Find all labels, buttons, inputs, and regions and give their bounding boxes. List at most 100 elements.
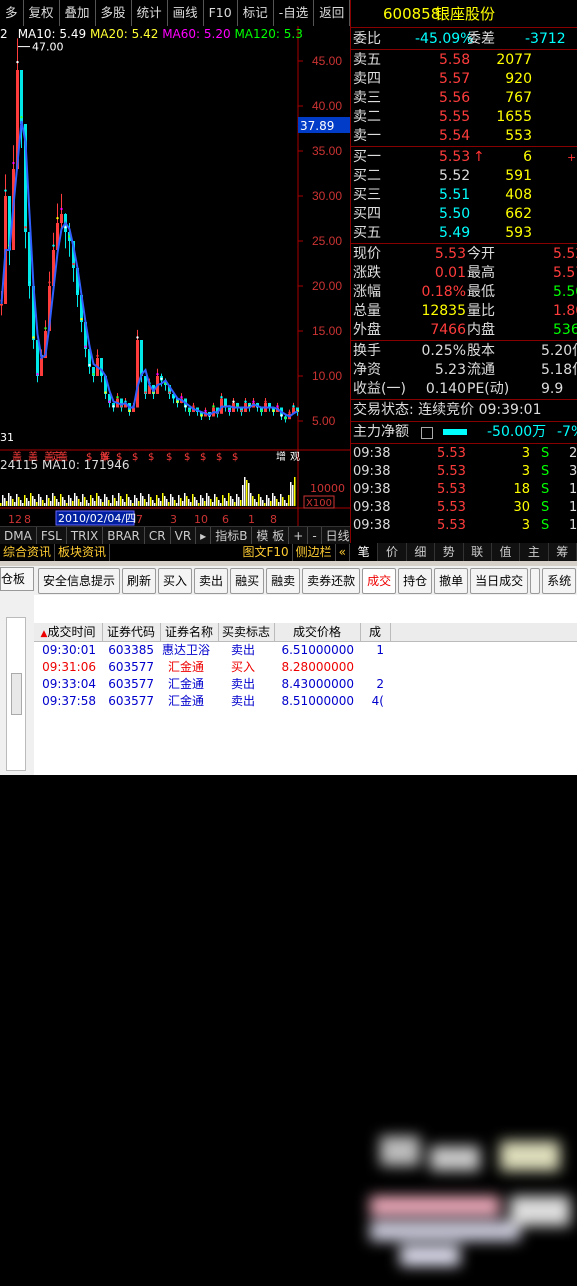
volume-bar xyxy=(170,494,172,506)
price-tick-label: 20.00 xyxy=(312,279,342,293)
tick-side: S xyxy=(541,446,550,461)
main-flow-icon[interactable] xyxy=(421,427,433,439)
kline-dot xyxy=(232,400,235,403)
info-tab[interactable]: 板块资讯 xyxy=(55,544,111,561)
candle-body xyxy=(20,70,23,124)
stat-row: 涨幅 0.18%最低 5.50 xyxy=(351,283,577,302)
quote-tab[interactable]: 联 xyxy=(464,543,492,561)
volume-bar xyxy=(208,496,210,506)
table-row[interactable]: 09:30:01 603385 惠达卫浴 卖出 6.51000000 1 xyxy=(34,642,577,659)
quote-tab[interactable]: 细 xyxy=(407,543,436,561)
kline-dot xyxy=(56,216,59,220)
ask-price: 5.58 xyxy=(439,52,471,68)
trade-button[interactable]: 安全信息提示 xyxy=(38,568,121,594)
indicator-tab[interactable]: FSL xyxy=(37,527,67,545)
trade-button[interactable]: 当日成交 xyxy=(470,568,529,594)
ask-row: 卖二 5.55 1655 xyxy=(351,108,577,127)
kline-dot xyxy=(84,345,87,348)
volume-bar xyxy=(84,497,86,506)
quote-tab[interactable]: 价 xyxy=(378,543,407,561)
table-header-cell[interactable]: 成 xyxy=(360,623,391,641)
trade-button[interactable]: 刷新 xyxy=(122,568,157,594)
indicator-tab[interactable]: - xyxy=(308,527,322,545)
trade-button[interactable]: 系统 xyxy=(542,568,577,594)
vertical-scrollbar[interactable] xyxy=(6,617,26,771)
indicator-tab[interactable]: 指标B xyxy=(211,527,253,545)
volume-bar xyxy=(276,499,278,506)
indicator-tab[interactable]: VR xyxy=(171,527,197,545)
kline-chart[interactable]: 45.00 40.00 35.00 30.00 25.00 20.00 15.00 10.00… xyxy=(0,26,350,526)
date-tick-label: 6 xyxy=(222,513,229,526)
trade-button[interactable]: 持仓 xyxy=(398,568,433,594)
kline-dot xyxy=(292,405,295,408)
info-tab[interactable]: 侧边栏 xyxy=(293,544,336,561)
divider xyxy=(351,49,577,50)
indicator-tab[interactable]: ▸ xyxy=(196,527,212,545)
table-row[interactable]: 09:31:06 603577 汇金通 买入 8.28000000 xyxy=(34,659,577,676)
volume-bar xyxy=(266,495,268,506)
indicator-tab[interactable]: BRAR xyxy=(103,527,145,545)
ask-label: 卖一 xyxy=(353,128,381,144)
info-strip: 综合资讯 板块资讯 图文F10 侧边栏 « xyxy=(0,544,350,561)
bid-price: 5.53 xyxy=(439,149,471,165)
volume-bar xyxy=(98,496,100,506)
scrollbar-thumb[interactable] xyxy=(11,673,22,715)
kline-dot xyxy=(220,395,223,399)
ask-volume: 920 xyxy=(505,71,532,87)
kline-dot xyxy=(108,400,111,403)
table-header-cell[interactable]: 证券名称 xyxy=(160,623,219,641)
quote-tab[interactable]: 主 xyxy=(520,543,549,561)
volume-bar xyxy=(56,499,58,506)
trade-button[interactable]: 成交 xyxy=(362,568,397,594)
indicator-tab[interactable]: DMA xyxy=(0,527,37,545)
quote-tab[interactable]: 笔 xyxy=(350,543,379,561)
toolbar-item[interactable]: -自选 xyxy=(274,0,315,26)
quote-tab[interactable]: 势 xyxy=(435,543,464,561)
table-header-cell[interactable]: 买卖标志 xyxy=(218,623,275,641)
toolbar-item[interactable]: 多股 xyxy=(96,0,132,26)
toolbar-item[interactable]: 统计 xyxy=(132,0,168,26)
volume-bar xyxy=(52,493,54,506)
table-header-label: 证券名称 xyxy=(164,625,213,639)
trade-button[interactable]: 融卖 xyxy=(266,568,301,594)
info-tab[interactable]: 图文F10 xyxy=(239,544,293,561)
table-header-cell[interactable]: 成交价格 xyxy=(274,623,361,641)
info-tab[interactable]: « xyxy=(336,544,350,561)
trade-button[interactable] xyxy=(530,568,541,594)
table-header-cell[interactable]: 证券代码 xyxy=(102,623,161,641)
table-header-label: 买卖标志 xyxy=(221,625,270,639)
stat-row: 收益(一) 0.140 PE(动) 9.9 xyxy=(351,380,577,399)
toolbar-item[interactable]: 多 xyxy=(0,0,24,26)
toolbar-item[interactable]: 叠加 xyxy=(60,0,96,26)
toolbar-item[interactable]: 返回 xyxy=(314,0,351,26)
tick-row: 09:38 5.53 3 S 3 xyxy=(351,462,577,481)
table-header-cell[interactable]: ▲成交时间 xyxy=(34,623,103,641)
bid-volume: 662 xyxy=(505,206,532,222)
toolbar-item[interactable]: 标记 xyxy=(238,0,274,26)
info-tab[interactable]: 综合资讯 xyxy=(0,544,56,561)
toolbar-item[interactable]: 画线 xyxy=(168,0,204,26)
trade-button[interactable]: 融买 xyxy=(230,568,265,594)
table-row[interactable]: 09:33:04 603577 汇金通 卖出 8.43000000 2 xyxy=(34,676,577,693)
kline-dot xyxy=(176,400,179,403)
table-row[interactable]: 09:37:58 603577 汇金通 卖出 8.51000000 4( xyxy=(34,693,577,710)
table-cell: 6.51000000 xyxy=(281,643,354,657)
indicator-tab[interactable]: 模 板 xyxy=(252,527,290,545)
volume-bar xyxy=(94,501,96,506)
volume-bar xyxy=(40,497,42,506)
trade-button[interactable]: 撤单 xyxy=(434,568,469,594)
toolbar-item[interactable]: F10 xyxy=(204,0,238,26)
toolbar-item[interactable]: 复权 xyxy=(24,0,60,26)
volume-bar xyxy=(86,500,88,506)
trade-button[interactable]: 卖券还款 xyxy=(302,568,361,594)
trade-button[interactable]: 卖出 xyxy=(194,568,229,594)
indicator-tab[interactable]: + xyxy=(289,527,309,545)
stat-label: 外盘 xyxy=(353,322,381,338)
indicator-tab[interactable]: CR xyxy=(145,527,171,545)
quote-tab[interactable]: 筹 xyxy=(549,543,577,561)
weibi-value: -45.09% xyxy=(415,31,474,47)
position-side-button[interactable]: 仓板 xyxy=(0,567,34,591)
quote-tab[interactable]: 值 xyxy=(492,543,521,561)
trade-button[interactable]: 买入 xyxy=(158,568,193,594)
indicator-tab[interactable]: TRIX xyxy=(67,527,104,545)
